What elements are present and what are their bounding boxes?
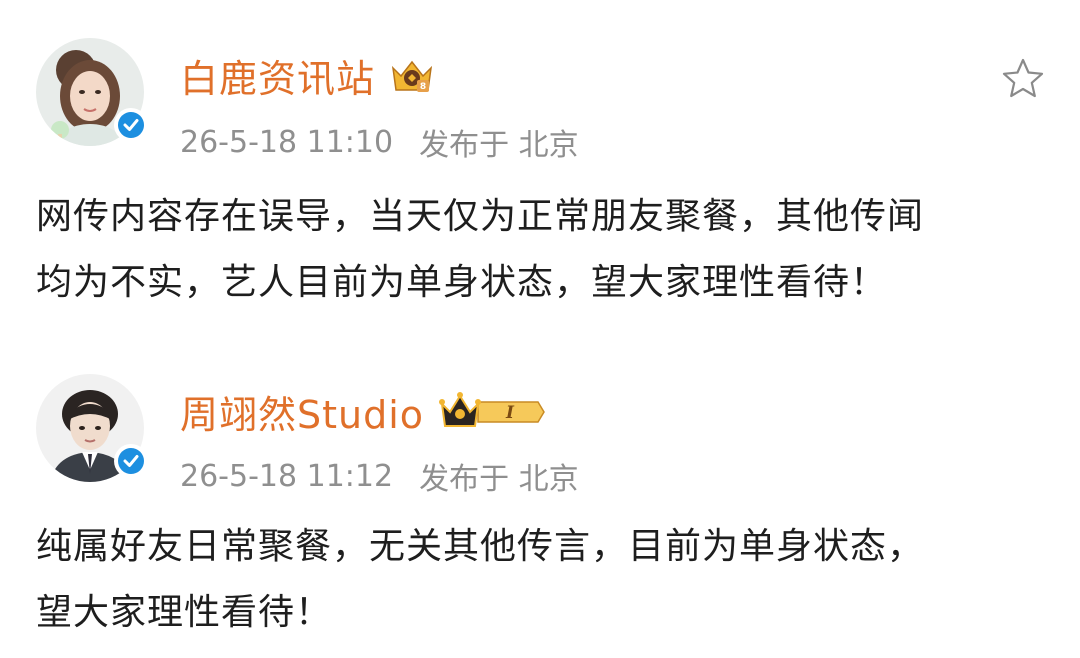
crown-level-badge-icon[interactable]: I <box>438 390 546 434</box>
username[interactable]: 周翊然Studio <box>180 384 424 439</box>
verified-check-icon <box>114 444 148 478</box>
post-meta: 26-5-18 11:12 发布于 北京 <box>180 454 579 498</box>
post-card: 周翊然Studio I 26-5-18 11:12 发布于 北京 纯属好友日常聚… <box>0 340 1080 658</box>
verified-check-icon <box>114 108 148 142</box>
avatar[interactable] <box>36 38 148 146</box>
author-row: 周翊然Studio I <box>180 384 546 439</box>
post-location: 发布于 北京 <box>419 462 579 497</box>
post-meta: 26-5-18 11:10 发布于 北京 <box>180 120 579 164</box>
content-line: 纯属好友日常聚餐，无关其他传言，目前为单身状态， <box>36 526 925 567</box>
post-timestamp: 26-5-18 11:12 <box>180 458 394 494</box>
post-card: 白鹿资讯站 8 26-5-18 11:10 发布于 北京 网传内容存在误导，当天… <box>0 0 1080 340</box>
post-location: 发布于 北京 <box>419 128 579 163</box>
badge-level: I <box>505 403 515 423</box>
svg-text:8: 8 <box>420 82 426 92</box>
post-content: 网传内容存在误导，当天仅为正常朋友聚餐，其他传闻 均为不实，艺人目前为单身状态，… <box>36 184 1056 316</box>
author-row: 白鹿资讯站 8 <box>180 48 435 103</box>
avatar[interactable] <box>36 374 148 482</box>
post-content: 纯属好友日常聚餐，无关其他传言，目前为单身状态， 望大家理性看待！ <box>36 514 1056 646</box>
star-icon[interactable] <box>1000 56 1046 102</box>
content-line: 网传内容存在误导，当天仅为正常朋友聚餐，其他传闻 <box>36 196 925 237</box>
content-line: 望大家理性看待！ <box>36 592 333 633</box>
vip-crown-badge-icon[interactable]: 8 <box>389 56 435 96</box>
username[interactable]: 白鹿资讯站 <box>180 48 375 103</box>
post-timestamp: 26-5-18 11:10 <box>180 124 394 160</box>
content-line: 均为不实，艺人目前为单身状态，望大家理性看待！ <box>36 262 888 303</box>
weibo-feed: 白鹿资讯站 8 26-5-18 11:10 发布于 北京 网传内容存在误导，当天… <box>0 0 1080 658</box>
